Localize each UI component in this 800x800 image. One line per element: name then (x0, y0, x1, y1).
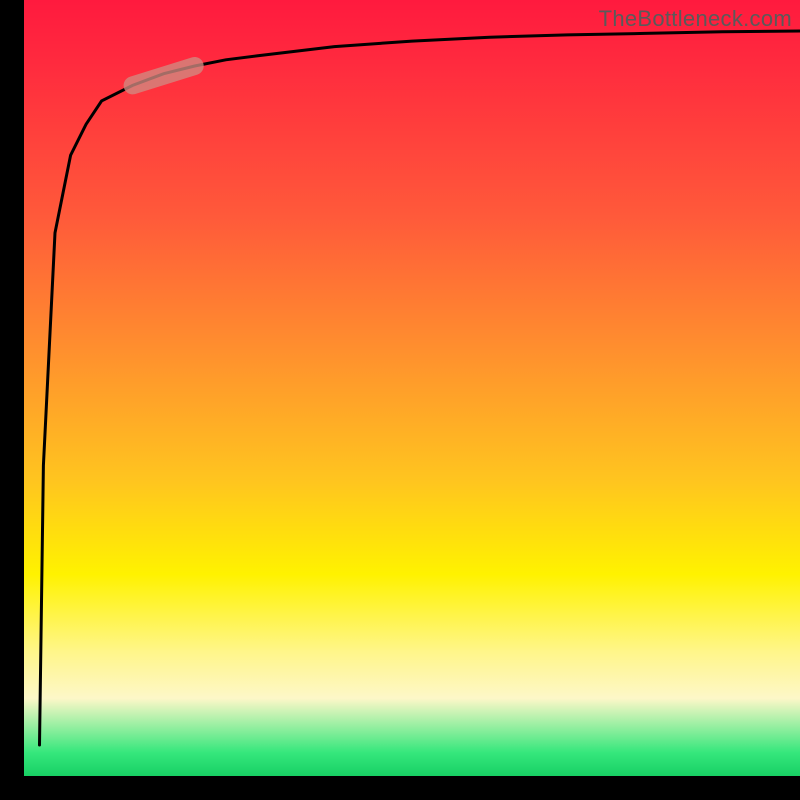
curve-layer (24, 0, 800, 776)
y-axis (0, 0, 24, 800)
plot-area: TheBottleneck.com (24, 0, 800, 776)
attribution-watermark: TheBottleneck.com (599, 6, 792, 32)
bottleneck-chart: TheBottleneck.com (0, 0, 800, 800)
highlight-pill (133, 66, 195, 85)
bottleneck-curve-path (40, 31, 800, 745)
x-axis (0, 776, 800, 800)
